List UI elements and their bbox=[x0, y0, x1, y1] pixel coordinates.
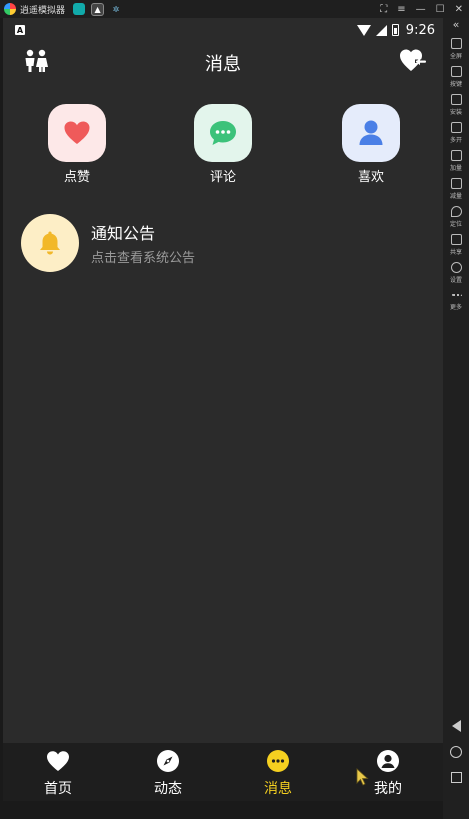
notice-subtitle: 点击查看系统公告 bbox=[91, 251, 196, 266]
side-install[interactable]: 安装 bbox=[443, 94, 469, 116]
mouse-cursor-icon bbox=[356, 768, 370, 786]
apk-install-icon bbox=[450, 94, 462, 105]
keyboard-icon bbox=[450, 66, 462, 77]
folder-share-icon bbox=[450, 234, 462, 245]
compass-icon bbox=[156, 749, 180, 773]
recent-apps-icon[interactable] bbox=[450, 772, 462, 783]
tab-moments-label: 动态 bbox=[154, 781, 182, 797]
more-icon bbox=[450, 294, 462, 300]
android-status-bar: A 9:26 bbox=[3, 18, 443, 42]
bottom-tab-bar: 首页 动态 消息 我的 bbox=[3, 743, 443, 801]
favorites-icon-tile bbox=[342, 104, 400, 162]
emulator-title: 逍遥模拟器 bbox=[20, 5, 66, 16]
side-label: 按键 bbox=[449, 81, 462, 88]
side-multi[interactable]: 多开 bbox=[443, 122, 469, 144]
side-volume-up[interactable]: 加量 bbox=[443, 150, 469, 172]
side-fullscreen[interactable]: 全屏 bbox=[443, 38, 469, 60]
tab-messages[interactable]: 消息 bbox=[223, 743, 333, 801]
emulator-window-controls: ⛶ ≡ — ☐ ✕ bbox=[380, 0, 463, 18]
back-icon[interactable] bbox=[451, 720, 461, 732]
emulator-window: 逍遥模拟器 ▲ ✲ ⛶ ≡ — ☐ ✕ A 9:26 消息 点赞 评论 喜欢 通… bbox=[0, 0, 469, 819]
tab-messages-label: 消息 bbox=[264, 781, 292, 797]
android-nav-buttons bbox=[450, 720, 462, 783]
side-label: 共享 bbox=[449, 249, 462, 256]
tab-home[interactable]: 首页 bbox=[3, 743, 113, 801]
emulator-tab-active-icon[interactable]: ▲ bbox=[91, 2, 105, 16]
comments-icon-tile bbox=[194, 104, 252, 162]
quick-actions: 点赞 评论 喜欢 bbox=[3, 104, 443, 194]
fullscreen-icon bbox=[450, 38, 462, 49]
side-label: 安装 bbox=[449, 109, 462, 116]
quick-favorites[interactable]: 喜欢 bbox=[331, 104, 411, 185]
side-label: 减量 bbox=[449, 193, 462, 200]
side-label: 更多 bbox=[449, 304, 462, 311]
emulator-tab-app-icon[interactable] bbox=[73, 3, 86, 15]
side-label: 定位 bbox=[449, 221, 462, 228]
message-dots-icon bbox=[266, 749, 290, 773]
notification-a-icon: A bbox=[15, 25, 25, 35]
settings-icon bbox=[450, 262, 462, 273]
person-icon bbox=[359, 120, 383, 145]
page-title: 消息 bbox=[205, 54, 241, 75]
status-indicators: 9:26 bbox=[356, 18, 435, 42]
notice-item[interactable]: 通知公告 点击查看系统公告 bbox=[21, 214, 431, 276]
quick-comments-label: 评论 bbox=[209, 170, 236, 185]
signal-icon bbox=[375, 24, 387, 36]
heart-icon bbox=[64, 121, 90, 144]
side-volume-down[interactable]: 减量 bbox=[443, 178, 469, 200]
emulator-side-toolbar: « 全屏 按键 安装 多开 加量 减量 定位 共享 设置 更多 bbox=[443, 18, 469, 819]
window-menu-icon[interactable]: ≡ bbox=[397, 4, 405, 15]
app-header: 消息 bbox=[3, 46, 443, 76]
quick-likes-label: 点赞 bbox=[63, 170, 90, 185]
volume-down-icon bbox=[450, 178, 462, 189]
side-share[interactable]: 共享 bbox=[443, 234, 469, 256]
window-minimize-icon[interactable]: — bbox=[416, 4, 426, 15]
likes-icon-tile bbox=[48, 104, 106, 162]
quick-comments[interactable]: 评论 bbox=[183, 104, 263, 185]
volume-up-icon bbox=[450, 150, 462, 161]
heart-icon bbox=[46, 749, 70, 773]
side-location[interactable]: 定位 bbox=[443, 206, 469, 228]
phone-screen: A 9:26 消息 点赞 评论 喜欢 通知公告 点击查看系统公告 首页 动态 消… bbox=[3, 18, 443, 801]
window-fit-icon[interactable]: ⛶ bbox=[380, 4, 387, 15]
location-icon bbox=[450, 206, 462, 217]
status-time: 9:26 bbox=[405, 22, 435, 38]
tab-moments[interactable]: 动态 bbox=[113, 743, 223, 801]
side-label: 全屏 bbox=[449, 53, 462, 60]
emulator-titlebar: 逍遥模拟器 ▲ ✲ ⛶ ≡ — ☐ ✕ bbox=[0, 0, 469, 18]
bell-icon bbox=[40, 231, 60, 255]
notice-title: 通知公告 bbox=[91, 224, 156, 243]
side-label: 加量 bbox=[449, 165, 462, 172]
home-icon[interactable] bbox=[450, 746, 462, 758]
battery-icon bbox=[391, 24, 399, 36]
notice-icon-circle bbox=[21, 214, 79, 272]
window-close-icon[interactable]: ✕ bbox=[455, 4, 463, 15]
tab-mine[interactable]: 我的 bbox=[333, 743, 443, 801]
multi-instance-icon bbox=[450, 122, 462, 133]
window-maximize-icon[interactable]: ☐ bbox=[436, 4, 445, 15]
chat-bubble-icon bbox=[210, 121, 236, 145]
side-keymap[interactable]: 按键 bbox=[443, 66, 469, 88]
emulator-logo-icon bbox=[4, 3, 16, 15]
quick-likes[interactable]: 点赞 bbox=[37, 104, 117, 185]
side-more[interactable]: 更多 bbox=[443, 290, 469, 311]
side-label: 设置 bbox=[449, 277, 462, 284]
wifi-icon bbox=[356, 24, 371, 36]
side-settings[interactable]: 设置 bbox=[443, 262, 469, 284]
side-label: 多开 bbox=[449, 137, 462, 144]
collapse-toolbar-icon[interactable]: « bbox=[453, 18, 460, 32]
tab-home-label: 首页 bbox=[44, 781, 72, 797]
profile-icon bbox=[376, 749, 400, 773]
quick-favorites-label: 喜欢 bbox=[357, 170, 384, 185]
heart-match-icon[interactable] bbox=[399, 48, 427, 74]
emulator-tab-gear-icon[interactable]: ✲ bbox=[110, 3, 122, 15]
tab-mine-label: 我的 bbox=[374, 781, 402, 797]
